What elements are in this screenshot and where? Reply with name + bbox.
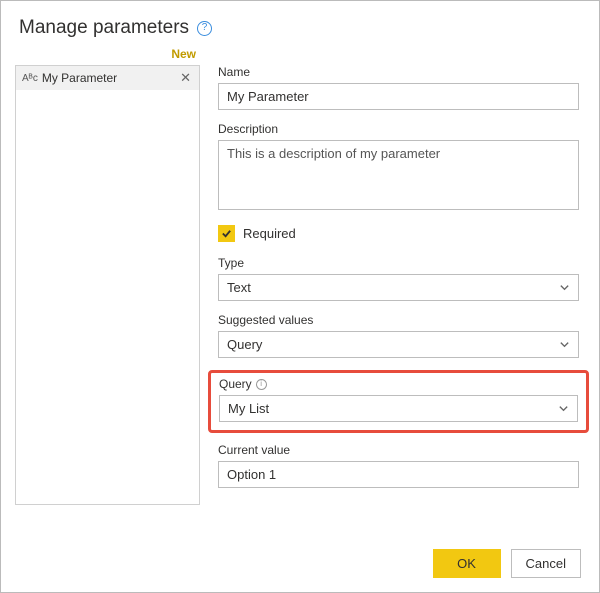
query-select[interactable]: My List <box>219 395 578 422</box>
suggested-values-select[interactable]: Query <box>218 331 579 358</box>
ok-button[interactable]: OK <box>433 549 501 578</box>
suggested-values-field: Suggested values Query <box>218 313 579 358</box>
parameter-item-label: My Parameter <box>42 71 174 85</box>
required-checkbox[interactable] <box>218 225 235 242</box>
type-value: Text <box>227 280 251 295</box>
description-input[interactable]: This is a description of my parameter <box>218 140 579 210</box>
dialog-content: New Aᴮc My Parameter ✕ Name Description … <box>1 45 599 505</box>
name-field: Name <box>218 65 579 110</box>
current-value-input[interactable] <box>218 461 579 488</box>
type-field: Type Text <box>218 256 579 301</box>
query-label: Query <box>219 377 252 391</box>
required-label: Required <box>243 226 296 241</box>
dialog-footer: OK Cancel <box>433 549 581 578</box>
type-select[interactable]: Text <box>218 274 579 301</box>
parameter-list: Aᴮc My Parameter ✕ <box>15 65 200 505</box>
suggested-values-label: Suggested values <box>218 313 579 327</box>
chevron-down-icon <box>558 282 570 294</box>
parameter-list-item[interactable]: Aᴮc My Parameter ✕ <box>16 66 199 90</box>
new-parameter-link[interactable]: New <box>15 45 200 65</box>
text-type-icon: Aᴮc <box>22 73 38 84</box>
current-value-field: Current value <box>218 443 579 488</box>
chevron-down-icon <box>558 339 570 351</box>
parameter-form: Name Description This is a description o… <box>200 45 585 505</box>
query-field: Query i My List <box>219 377 578 422</box>
cancel-button[interactable]: Cancel <box>511 549 581 578</box>
parameter-list-panel: New Aᴮc My Parameter ✕ <box>15 45 200 505</box>
suggested-values-value: Query <box>227 337 262 352</box>
query-field-highlight: Query i My List <box>208 370 589 433</box>
name-input[interactable] <box>218 83 579 110</box>
type-label: Type <box>218 256 579 270</box>
dialog-title: Manage parameters <box>19 17 189 39</box>
current-value-label: Current value <box>218 443 579 457</box>
help-icon[interactable]: ? <box>197 21 212 36</box>
chevron-down-icon <box>557 403 569 415</box>
description-field: Description This is a description of my … <box>218 122 579 213</box>
name-label: Name <box>218 65 579 79</box>
query-label-row: Query i <box>219 377 578 391</box>
description-label: Description <box>218 122 579 136</box>
dialog-header: Manage parameters ? <box>1 1 599 45</box>
remove-parameter-icon[interactable]: ✕ <box>178 70 193 86</box>
required-row: Required <box>218 225 579 242</box>
query-value: My List <box>228 401 269 416</box>
info-icon[interactable]: i <box>256 379 267 390</box>
